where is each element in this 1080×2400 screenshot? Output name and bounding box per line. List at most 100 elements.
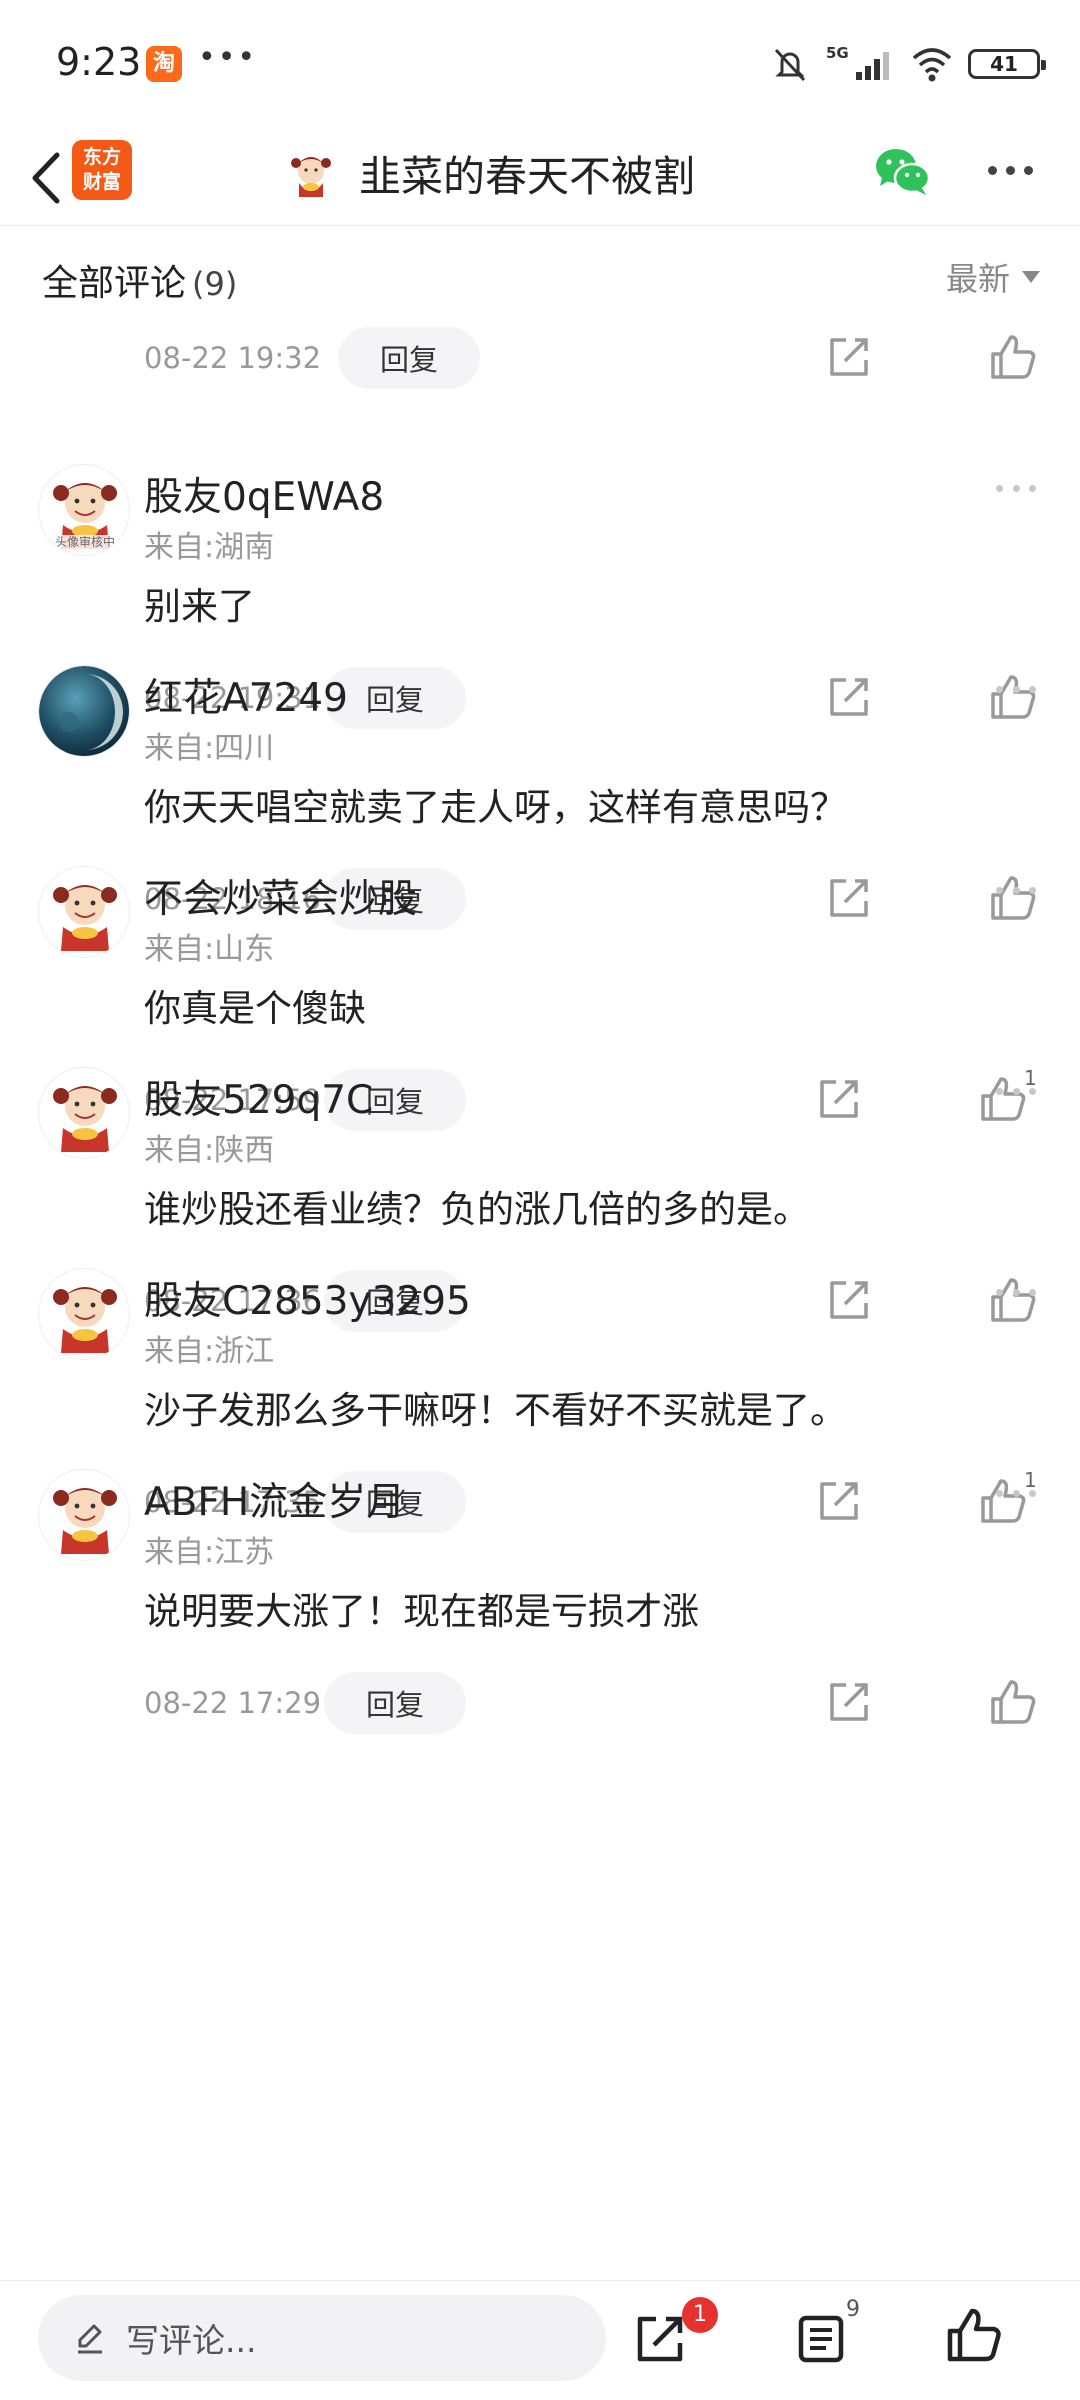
wifi-icon bbox=[912, 48, 952, 82]
write-comment-placeholder: 写评论... bbox=[126, 2321, 257, 2360]
dot bbox=[1023, 165, 1033, 175]
comment-time: 08-22 17:29 bbox=[144, 1686, 322, 1720]
comments-count: (9) bbox=[192, 265, 238, 303]
dot bbox=[1029, 1087, 1036, 1095]
status-time: 9:23 bbox=[56, 40, 142, 84]
partial-comment-actions: 08-22 19:32 回复 bbox=[144, 326, 1044, 390]
comment-location: 来自:陕西 bbox=[144, 1133, 275, 1168]
comment-text[interactable]: 谁炒股还看业绩？负的涨几倍的多的是。 bbox=[144, 1179, 810, 1233]
avatar[interactable] bbox=[38, 1067, 130, 1159]
dot bbox=[1029, 886, 1036, 894]
share-icon[interactable] bbox=[632, 2311, 688, 2367]
avatar[interactable]: 头像审核中 bbox=[38, 464, 130, 556]
comment-author[interactable]: 红花A7249 bbox=[144, 667, 348, 723]
more-notifications-icon: ••• bbox=[198, 40, 258, 75]
comments-list-icon[interactable] bbox=[796, 2313, 846, 2365]
write-comment-input[interactable]: 写评论... bbox=[38, 2295, 606, 2381]
pencil-icon bbox=[78, 2324, 102, 2354]
thumbs-up-icon[interactable] bbox=[944, 2305, 1004, 2365]
like-comment-icon[interactable] bbox=[988, 1677, 1038, 1727]
comment-more-button[interactable] bbox=[996, 679, 1036, 699]
dot bbox=[1029, 685, 1036, 693]
dot bbox=[996, 685, 1003, 693]
dot bbox=[1012, 1087, 1020, 1095]
reply-button[interactable]: 回复 bbox=[338, 327, 480, 389]
dot bbox=[1005, 165, 1015, 175]
comment-text[interactable]: 别来了 bbox=[144, 576, 255, 630]
comment-text[interactable]: 沙子发那么多干嘛呀！不看好不买就是了。 bbox=[144, 1380, 847, 1434]
dot bbox=[1012, 685, 1020, 693]
chevron-left-icon bbox=[32, 152, 60, 204]
like-comment-icon[interactable] bbox=[988, 332, 1038, 382]
bottom-action-bar: 写评论... 1 9 bbox=[0, 2280, 1080, 2400]
more-options-button[interactable] bbox=[980, 150, 1040, 190]
comment-location: 来自:湖南 bbox=[144, 530, 275, 565]
comments-title-text: 全部评论 bbox=[42, 263, 187, 304]
comment-location: 来自:四川 bbox=[144, 731, 275, 766]
comment-author[interactable]: 不会炒菜会炒股 bbox=[144, 868, 417, 924]
comments-header: 全部评论 (9) 最新 bbox=[0, 228, 1080, 324]
avatar[interactable] bbox=[38, 665, 130, 757]
avatar-review-label: 头像审核中 bbox=[54, 535, 115, 549]
comment-text[interactable]: 说明要大涨了！现在都是亏损才涨 bbox=[144, 1581, 699, 1635]
comment-location: 来自:山东 bbox=[144, 932, 275, 967]
comment-more-button[interactable] bbox=[996, 1483, 1036, 1503]
caret-down-icon bbox=[1022, 271, 1040, 283]
comment-location: 来自:浙江 bbox=[144, 1334, 275, 1369]
status-icons: 5G 41 bbox=[768, 44, 1046, 84]
avatar[interactable] bbox=[38, 866, 130, 958]
dot bbox=[1029, 484, 1036, 492]
comment-time: 08-22 19:32 bbox=[144, 341, 322, 375]
share-comment-icon[interactable] bbox=[826, 334, 872, 380]
sort-label: 最新 bbox=[945, 260, 1010, 298]
share-comment-icon[interactable] bbox=[826, 1679, 872, 1725]
dot bbox=[1012, 1288, 1020, 1296]
comment-more-button[interactable] bbox=[996, 880, 1036, 900]
battery-indicator: 41 bbox=[968, 49, 1046, 79]
dot bbox=[996, 1288, 1003, 1296]
comment-actions: 08-22 17:29 回复 bbox=[144, 1671, 466, 1735]
comment-text[interactable]: 你天天唱空就卖了走人呀，这样有意思吗？ bbox=[144, 777, 847, 831]
dot bbox=[1029, 1489, 1036, 1497]
comment-more-button[interactable] bbox=[996, 1081, 1036, 1101]
sort-dropdown[interactable]: 最新 bbox=[946, 254, 1040, 300]
dot bbox=[1012, 484, 1020, 492]
reply-button[interactable]: 回复 bbox=[324, 1672, 466, 1734]
mascot-avatar-icon bbox=[291, 157, 331, 197]
mute-vibrate-icon bbox=[774, 48, 806, 82]
comments-count-superscript: 9 bbox=[846, 2297, 860, 2322]
comment-item: ABFH流金岁月来自:江苏说明要大涨了！现在都是亏损才涨 08-22 17:29 回… bbox=[0, 1469, 1080, 1781]
comment-author[interactable]: 股友C2853y3295 bbox=[144, 1270, 471, 1326]
taobao-notification-icon: 淘 bbox=[146, 46, 182, 82]
wechat-share-icon[interactable] bbox=[872, 144, 932, 200]
comment-more-button[interactable] bbox=[996, 478, 1036, 498]
dot bbox=[996, 1087, 1003, 1095]
dot bbox=[1012, 1489, 1020, 1497]
dot bbox=[996, 484, 1003, 492]
network-type: 5G bbox=[826, 44, 849, 62]
eastmoney-logo[interactable]: 东方 财富 bbox=[72, 140, 132, 200]
comment-location: 来自:江苏 bbox=[144, 1535, 275, 1570]
page-title: 韭菜的春天不被割 bbox=[359, 151, 696, 201]
comments-title: 全部评论 (9) bbox=[42, 254, 237, 306]
comment-more-button[interactable] bbox=[996, 1282, 1036, 1302]
signal-5g-icon: 5G bbox=[826, 44, 889, 80]
avatar[interactable] bbox=[38, 1268, 130, 1360]
avatar[interactable] bbox=[38, 1469, 130, 1561]
top-bar: 东方 财富 韭菜的春天不被割 bbox=[0, 130, 1080, 226]
comment-author[interactable]: 股友529q7C bbox=[144, 1069, 373, 1125]
status-bar: 9:23 淘 ••• 5G 41 bbox=[0, 0, 1080, 130]
comment-text[interactable]: 你真是个傻缺 bbox=[144, 978, 366, 1032]
dot bbox=[1029, 1288, 1036, 1296]
dot bbox=[996, 1489, 1003, 1497]
page-title-group[interactable]: 韭菜的春天不被割 bbox=[285, 138, 695, 208]
comment-author[interactable]: ABFH流金岁月 bbox=[144, 1471, 405, 1527]
logo-line-1: 东方 bbox=[82, 146, 121, 168]
share-count-badge: 1 bbox=[682, 2297, 718, 2333]
comment-author[interactable]: 股友0qEWA8 bbox=[144, 466, 384, 522]
dot bbox=[987, 165, 997, 175]
dot bbox=[1012, 886, 1020, 894]
back-button[interactable] bbox=[18, 140, 74, 216]
dot bbox=[996, 886, 1003, 894]
logo-line-2: 财富 bbox=[82, 171, 121, 193]
